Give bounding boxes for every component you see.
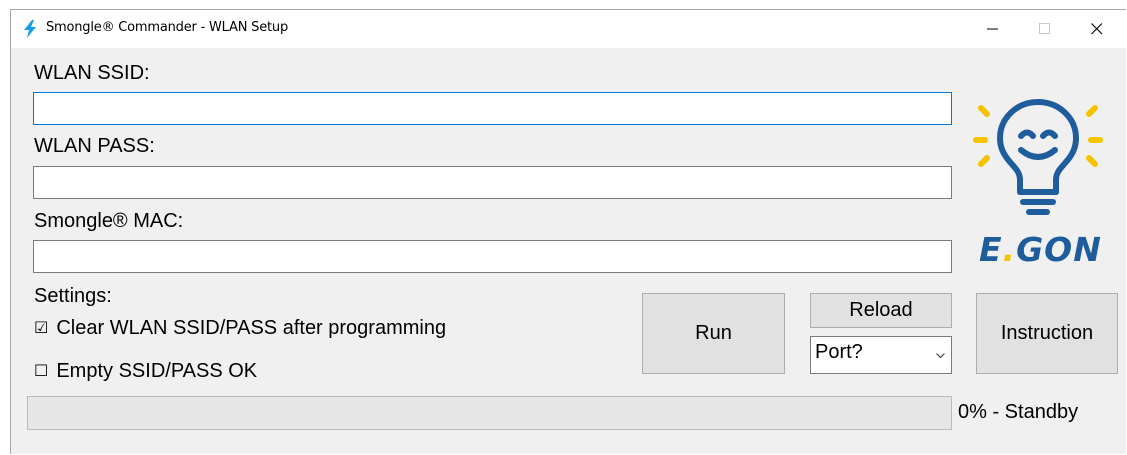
clear-after-programming-checkbox[interactable]: ☑ Clear WLAN SSID/PASS after programming (34, 317, 446, 340)
checkbox-label: Clear WLAN SSID/PASS after programming (56, 317, 447, 339)
lightning-icon (24, 20, 36, 38)
chevron-down-icon (936, 353, 945, 359)
close-icon (1091, 23, 1103, 35)
minimize-button[interactable] (970, 10, 1016, 48)
progress-status: 0% - Standby (958, 401, 1079, 423)
pass-input[interactable] (33, 166, 952, 199)
mac-input[interactable] (33, 240, 952, 273)
settings-label: Settings: (34, 285, 112, 307)
minimize-icon (987, 28, 998, 30)
mac-label: Smongle® MAC: (34, 210, 184, 232)
unchecked-box-icon: ☐ (34, 361, 49, 380)
maximize-icon (1039, 23, 1050, 34)
close-button[interactable] (1074, 10, 1120, 48)
empty-ssid-pass-ok-checkbox[interactable]: ☐ Empty SSID/PASS OK (34, 360, 257, 383)
logo-gon: GON (1016, 230, 1102, 269)
smiling-lightbulb-icon (973, 99, 1103, 215)
ssid-input[interactable] (33, 92, 952, 125)
instruction-button[interactable]: Instruction (976, 293, 1118, 374)
logo-dot: . (1002, 230, 1017, 269)
port-select-value: Port? (815, 341, 863, 363)
maximize-button[interactable] (1022, 10, 1068, 48)
logo-e: E (979, 230, 1003, 269)
egon-logo: E.GON (979, 230, 1102, 269)
run-button[interactable]: Run (642, 293, 785, 374)
ssid-label: WLAN SSID: (34, 62, 150, 84)
app-window: Smongle® Commander - WLAN Setup WLAN SSI… (10, 9, 1126, 454)
pass-label: WLAN PASS: (34, 135, 155, 157)
port-select[interactable]: Port? (810, 336, 952, 374)
reload-button[interactable]: Reload (810, 293, 952, 328)
window-title: Smongle® Commander - WLAN Setup (46, 20, 288, 35)
checked-box-icon: ☑ (34, 318, 49, 337)
title-bar[interactable]: Smongle® Commander - WLAN Setup (11, 10, 1126, 48)
checkbox-label: Empty SSID/PASS OK (56, 360, 258, 382)
progress-bar (27, 396, 952, 430)
